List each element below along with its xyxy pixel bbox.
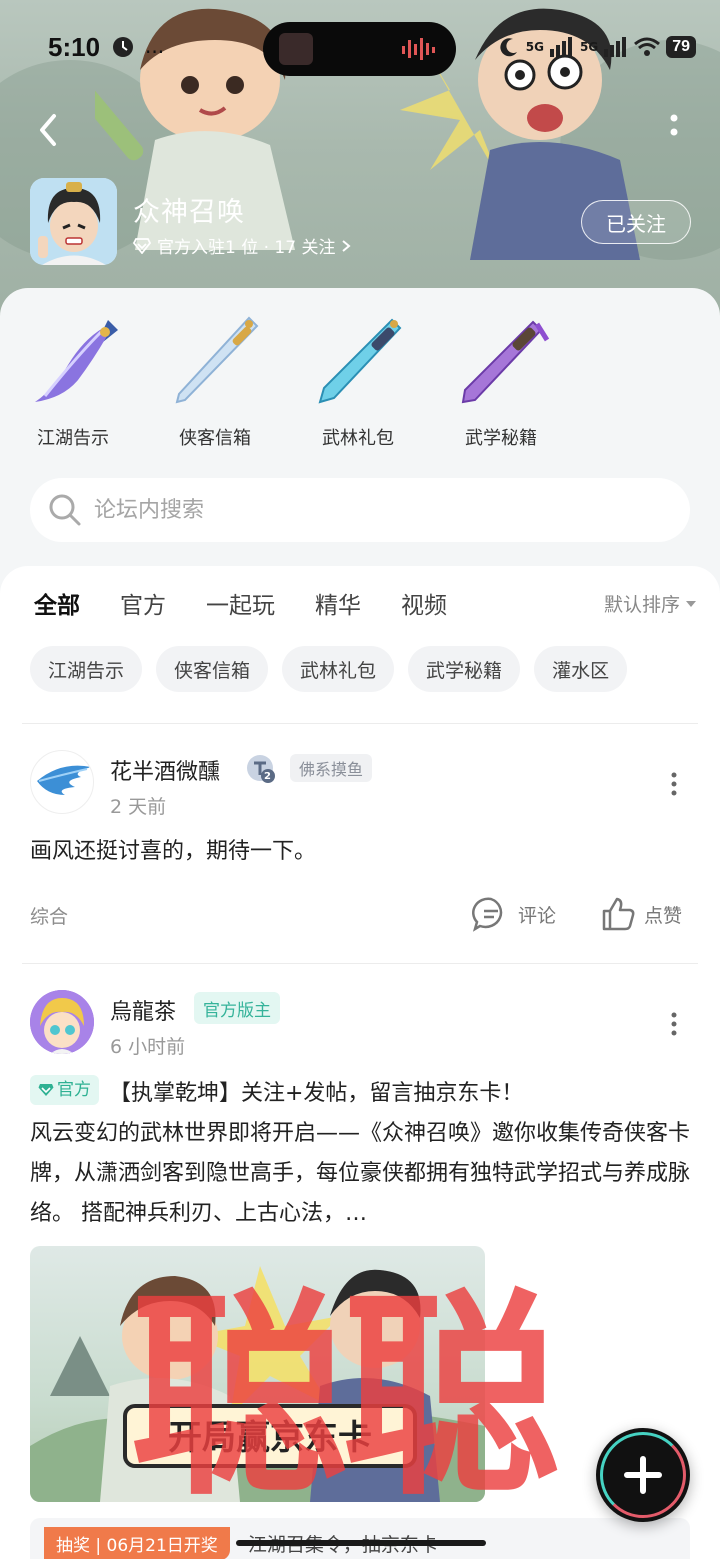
ice-blade-icon: [318, 318, 402, 404]
shortcut-row: 江湖告示 侠客信箱 武林礼包 武学秘籍: [0, 310, 720, 460]
moon-icon: [500, 38, 517, 57]
status-notification-dots: ...: [145, 34, 165, 58]
divider: [22, 723, 698, 724]
media-thumbnail: [279, 33, 313, 65]
forum-stats-text: 官方入驻1 位 · 17 关注: [157, 238, 336, 258]
tab-play-together[interactable]: 一起玩: [206, 586, 275, 626]
feather-avatar-image: [37, 765, 91, 795]
tab-official[interactable]: 官方: [120, 586, 166, 626]
clock-icon: [113, 37, 133, 57]
post-body[interactable]: 画风还挺讨喜的，期待一下。: [30, 832, 690, 872]
audio-wave-icon: [402, 38, 435, 60]
battery-level: 79: [666, 36, 696, 58]
post-title-line[interactable]: 官方 【执掌乾坤】关注+发帖，留言抽京东卡！: [30, 1074, 692, 1114]
chip-xiake-mailbox[interactable]: 侠客信箱: [156, 646, 269, 692]
shortcut-label: 武学秘籍: [465, 428, 537, 449]
game-character-avatar: [30, 178, 117, 265]
category-tabs: 全部 官方 一起玩 精华 视频: [34, 586, 447, 628]
official-tag-label: 官方: [57, 1080, 91, 1100]
shortcut-label: 侠客信箱: [179, 428, 251, 449]
silver-sword-icon: [175, 316, 259, 404]
shortcut-label: 江湖告示: [37, 428, 109, 449]
post-author[interactable]: 花半酒微醺: [110, 754, 220, 786]
forum-app-icon[interactable]: [30, 178, 117, 265]
status-bar: 5:10 ... 5G 5G 79: [0, 22, 720, 76]
thumbs-up-icon: [602, 897, 635, 931]
caret-down-icon: [686, 600, 696, 607]
like-button[interactable]: 点赞: [600, 896, 682, 932]
avatar[interactable]: [30, 750, 94, 814]
search-bar[interactable]: [30, 478, 690, 542]
official-tag: 官方: [30, 1075, 99, 1105]
violet-sword-icon: [461, 320, 550, 404]
dynamic-island[interactable]: [263, 22, 456, 76]
wifi-icon: [634, 37, 661, 56]
comment-icon: [472, 897, 503, 932]
chip-jianghu-notice[interactable]: 江湖告示: [30, 646, 143, 692]
search-icon: [49, 494, 81, 526]
home-indicator[interactable]: [236, 1540, 486, 1546]
status-time: 5:10: [48, 32, 101, 62]
diamond-icon: [133, 237, 151, 254]
level-badge-number: 2: [264, 771, 271, 782]
shortcut-label: 武林礼包: [322, 428, 394, 449]
network-5g-label: 5G: [525, 40, 544, 54]
like-label: 点赞: [644, 904, 683, 927]
purple-saber-icon: [35, 320, 118, 402]
plus-icon: [624, 1456, 662, 1494]
tab-all[interactable]: 全部: [34, 586, 80, 628]
shortcut-xiake-mailbox[interactable]: 侠客信箱: [160, 310, 270, 450]
post-category[interactable]: 综合: [30, 902, 68, 929]
post-time: 2 天前: [110, 796, 167, 818]
status-indicators: 5G 5G 79: [498, 32, 696, 62]
comment-label: 评论: [518, 904, 557, 927]
avatar[interactable]: [30, 990, 94, 1054]
signal-icon: [550, 37, 572, 57]
network-5g-label: 5G: [580, 40, 599, 54]
shortcut-martial-manual[interactable]: 武学秘籍: [446, 310, 556, 450]
post-more-icon[interactable]: [669, 1012, 679, 1036]
tab-video[interactable]: 视频: [401, 586, 447, 626]
chip-wulin-gift[interactable]: 武林礼包: [282, 646, 395, 692]
search-input[interactable]: [94, 497, 594, 523]
shortcut-jianghu-notice[interactable]: 江湖告示: [18, 310, 128, 450]
chip-martial-manual[interactable]: 武学秘籍: [408, 646, 521, 692]
divider: [22, 963, 698, 964]
forum-stats[interactable]: 官方入驻1 位 · 17 关注: [133, 233, 352, 258]
anime-girl-avatar-image: [30, 990, 94, 1054]
sort-label: 默认排序: [603, 594, 680, 616]
signal-icon: [604, 37, 627, 57]
post-author[interactable]: 烏龍茶: [110, 994, 176, 1026]
post-title: 【执掌乾坤】关注+发帖，留言抽京东卡！: [109, 1081, 524, 1106]
diamond-icon: [38, 1084, 54, 1096]
lottery-card[interactable]: 抽奖 | 06月21日开奖 江湖召集令，抽京东卡: [30, 1518, 690, 1559]
shortcut-wulin-gift[interactable]: 武林礼包: [303, 310, 413, 450]
forum-title: 众神召唤: [133, 197, 245, 228]
back-arrow-icon[interactable]: [30, 108, 70, 152]
subforum-chips: 江湖告示 侠客信箱 武林礼包 武学秘籍 灌水区: [30, 646, 628, 692]
sort-dropdown[interactable]: 默认排序: [604, 590, 696, 617]
watermark-text: 聪聪: [130, 1272, 560, 1525]
follow-button[interactable]: 已关注: [581, 200, 691, 244]
level-badge-icon: [247, 755, 275, 783]
lottery-tag: 抽奖 | 06月21日开奖: [44, 1526, 230, 1559]
user-title-tag: 佛系摸鱼: [290, 754, 373, 782]
more-options-icon[interactable]: [668, 112, 680, 142]
post-more-icon[interactable]: [669, 772, 679, 796]
chip-chat-zone[interactable]: 灌水区: [534, 646, 628, 692]
chevron-right-icon: [342, 239, 352, 252]
tab-featured[interactable]: 精华: [315, 586, 361, 626]
post-time: 6 小时前: [110, 1036, 186, 1058]
create-post-button[interactable]: [596, 1428, 690, 1522]
post-excerpt[interactable]: 风云变幻的武林世界即将开启——《众神召唤》邀你收集传奇侠客卡牌，从潇洒剑客到隐世…: [30, 1114, 692, 1234]
comment-button[interactable]: 评论: [472, 896, 556, 932]
moderator-tag: 官方版主: [194, 992, 280, 1024]
